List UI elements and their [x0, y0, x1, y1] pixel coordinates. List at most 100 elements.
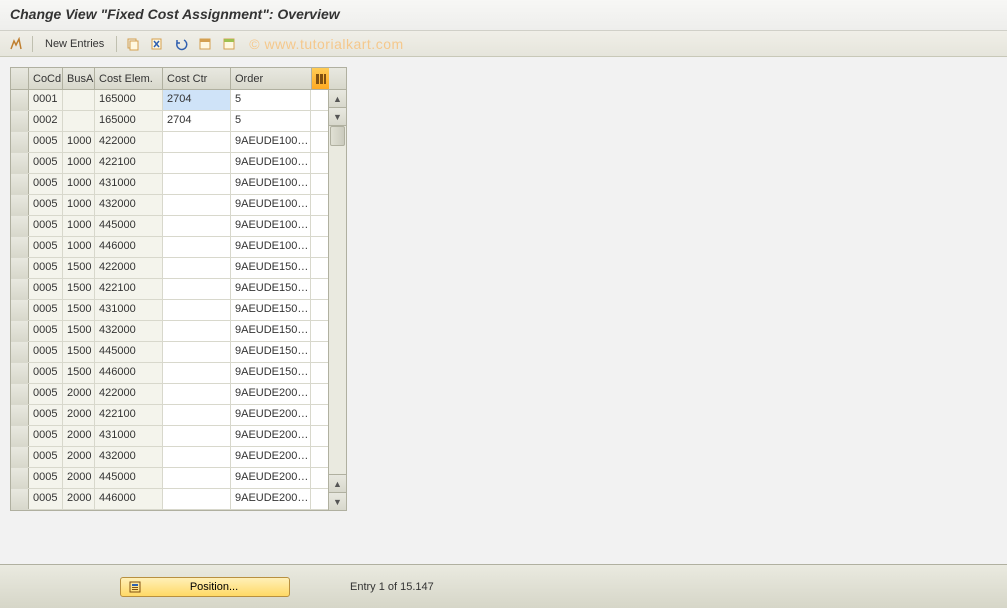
row-selector[interactable]	[11, 237, 29, 257]
cell-cocd[interactable]: 0005	[29, 321, 63, 341]
row-selector[interactable]	[11, 363, 29, 383]
cell-cocd[interactable]: 0005	[29, 258, 63, 278]
cell-cocd[interactable]: 0005	[29, 174, 63, 194]
cell-busa[interactable]	[63, 111, 95, 131]
cell-cocd[interactable]: 0005	[29, 405, 63, 425]
cell-busa[interactable]: 1500	[63, 300, 95, 320]
cell-order[interactable]: 9AEUDE200…	[231, 468, 311, 488]
cell-cost_ctr[interactable]	[163, 279, 231, 299]
cell-cocd[interactable]: 0005	[29, 237, 63, 257]
cell-cost_elem[interactable]: 422100	[95, 153, 163, 173]
toggle-icon[interactable]	[6, 35, 26, 53]
cell-cocd[interactable]: 0005	[29, 384, 63, 404]
cell-cost_elem[interactable]: 432000	[95, 195, 163, 215]
cell-cost_ctr[interactable]: 2704	[163, 90, 231, 110]
cell-cost_ctr[interactable]	[163, 405, 231, 425]
cell-busa[interactable]: 2000	[63, 405, 95, 425]
cell-order[interactable]: 9AEUDE200…	[231, 405, 311, 425]
cell-cost_ctr[interactable]	[163, 174, 231, 194]
row-selector[interactable]	[11, 153, 29, 173]
cell-order[interactable]: 9AEUDE100…	[231, 174, 311, 194]
undo-icon[interactable]	[171, 35, 191, 53]
cell-order[interactable]: 5	[231, 90, 311, 110]
cell-order[interactable]: 9AEUDE150…	[231, 363, 311, 383]
cell-busa[interactable]: 1000	[63, 237, 95, 257]
cell-cocd[interactable]: 0005	[29, 300, 63, 320]
scroll-thumb[interactable]	[330, 126, 345, 146]
row-selector[interactable]	[11, 132, 29, 152]
cell-busa[interactable]: 2000	[63, 426, 95, 446]
row-selector[interactable]	[11, 447, 29, 467]
cell-cost_ctr[interactable]	[163, 195, 231, 215]
cell-busa[interactable]: 2000	[63, 489, 95, 509]
copy-as-icon[interactable]	[123, 35, 143, 53]
delete-icon[interactable]	[147, 35, 167, 53]
row-selector[interactable]	[11, 426, 29, 446]
cell-busa[interactable]: 1000	[63, 195, 95, 215]
new-entries-button[interactable]: New Entries	[39, 35, 110, 53]
cell-cocd[interactable]: 0001	[29, 90, 63, 110]
deselect-all-icon[interactable]	[219, 35, 239, 53]
cell-cost_ctr[interactable]	[163, 300, 231, 320]
cell-cost_elem[interactable]: 422000	[95, 132, 163, 152]
col-header-cost-elem[interactable]: Cost Elem.	[95, 68, 163, 89]
cell-cocd[interactable]: 0005	[29, 195, 63, 215]
cell-cost_elem[interactable]: 445000	[95, 468, 163, 488]
cell-cost_ctr[interactable]	[163, 426, 231, 446]
cell-cost_elem[interactable]: 422000	[95, 384, 163, 404]
select-all-icon[interactable]	[195, 35, 215, 53]
cell-busa[interactable]: 1000	[63, 174, 95, 194]
cell-cocd[interactable]: 0005	[29, 132, 63, 152]
position-button[interactable]: Position...	[120, 577, 290, 597]
row-selector[interactable]	[11, 342, 29, 362]
cell-cost_ctr[interactable]	[163, 468, 231, 488]
cell-cost_ctr[interactable]	[163, 489, 231, 509]
cell-cost_elem[interactable]: 445000	[95, 216, 163, 236]
cell-cost_elem[interactable]: 422100	[95, 405, 163, 425]
cell-cocd[interactable]: 0002	[29, 111, 63, 131]
row-selector[interactable]	[11, 489, 29, 509]
cell-order[interactable]: 9AEUDE100…	[231, 132, 311, 152]
cell-order[interactable]: 9AEUDE100…	[231, 153, 311, 173]
row-selector[interactable]	[11, 321, 29, 341]
row-selector[interactable]	[11, 111, 29, 131]
cell-cost_elem[interactable]: 422100	[95, 279, 163, 299]
row-selector[interactable]	[11, 300, 29, 320]
row-selector-header[interactable]	[11, 68, 29, 89]
cell-cocd[interactable]: 0005	[29, 426, 63, 446]
cell-busa[interactable]: 1000	[63, 153, 95, 173]
scroll-down-icon[interactable]: ▼	[329, 108, 346, 126]
scroll-track[interactable]	[329, 126, 346, 474]
scroll-up-bottom-icon[interactable]: ▲	[329, 474, 346, 492]
cell-cost_ctr[interactable]	[163, 342, 231, 362]
cell-order[interactable]: 9AEUDE200…	[231, 489, 311, 509]
cell-busa[interactable]: 1000	[63, 132, 95, 152]
cell-busa[interactable]: 1000	[63, 216, 95, 236]
row-selector[interactable]	[11, 405, 29, 425]
cell-cocd[interactable]: 0005	[29, 216, 63, 236]
row-selector[interactable]	[11, 216, 29, 236]
cell-order[interactable]: 9AEUDE200…	[231, 426, 311, 446]
cell-busa[interactable]: 2000	[63, 468, 95, 488]
cell-cocd[interactable]: 0005	[29, 468, 63, 488]
cell-order[interactable]: 9AEUDE100…	[231, 216, 311, 236]
cell-order[interactable]: 9AEUDE200…	[231, 384, 311, 404]
col-header-order[interactable]: Order	[231, 68, 311, 89]
cell-cocd[interactable]: 0005	[29, 342, 63, 362]
cell-cost_elem[interactable]: 431000	[95, 174, 163, 194]
cell-cost_elem[interactable]: 165000	[95, 90, 163, 110]
cell-cost_ctr[interactable]	[163, 132, 231, 152]
cell-cost_ctr[interactable]	[163, 258, 231, 278]
cell-cost_elem[interactable]: 432000	[95, 321, 163, 341]
col-header-cocd[interactable]: CoCd	[29, 68, 63, 89]
cell-cost_ctr[interactable]	[163, 447, 231, 467]
cell-cost_elem[interactable]: 446000	[95, 237, 163, 257]
cell-order[interactable]: 9AEUDE150…	[231, 300, 311, 320]
cell-order[interactable]: 9AEUDE100…	[231, 195, 311, 215]
row-selector[interactable]	[11, 195, 29, 215]
col-header-busa[interactable]: BusA	[63, 68, 95, 89]
cell-busa[interactable]: 2000	[63, 447, 95, 467]
cell-busa[interactable]: 1500	[63, 258, 95, 278]
cell-order[interactable]: 9AEUDE150…	[231, 279, 311, 299]
cell-cost_ctr[interactable]	[163, 321, 231, 341]
